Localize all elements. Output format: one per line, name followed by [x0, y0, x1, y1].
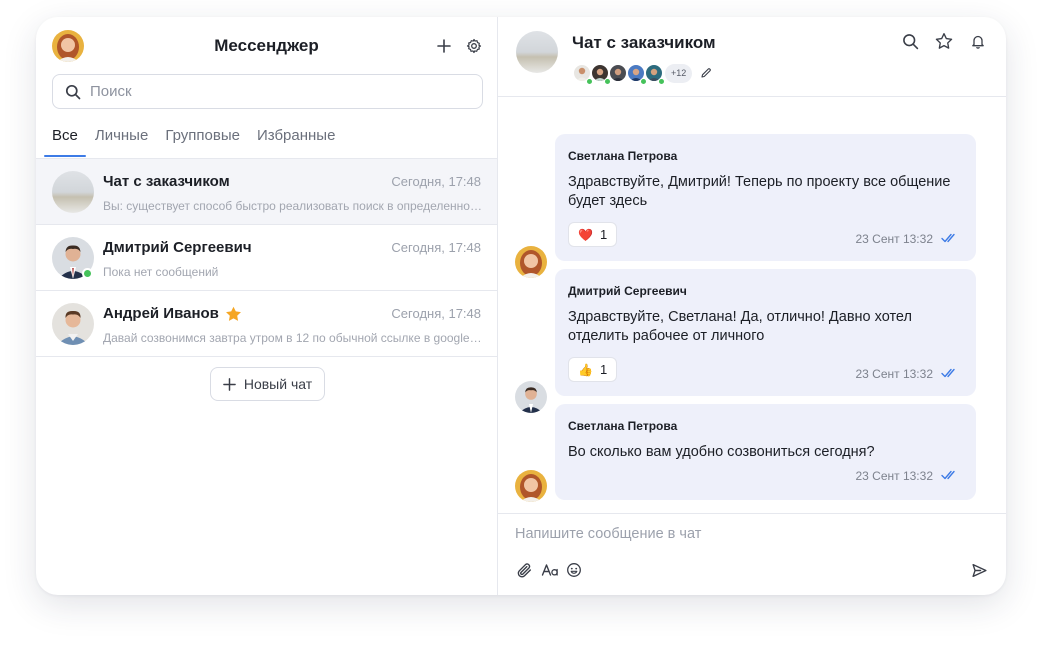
new-chat-label: Новый чат	[243, 376, 313, 392]
emoji-button[interactable]	[564, 560, 584, 580]
reaction-count: 1	[599, 362, 608, 377]
chat-item-dmitry[interactable]: Дмитрий Сергеевич Сегодня, 17:48 Пока не…	[36, 225, 497, 291]
tab-all[interactable]: Все	[44, 127, 86, 157]
chat-avatar	[52, 303, 94, 345]
search-icon	[65, 84, 81, 99]
reaction-badge[interactable]: 👍 1	[568, 357, 618, 382]
message-input[interactable]	[515, 526, 955, 542]
add-chat-button[interactable]	[434, 36, 454, 56]
emoji-icon	[567, 563, 581, 577]
chat-preview: Пока нет сообщений	[103, 265, 219, 279]
star-icon	[935, 33, 953, 49]
tab-personal[interactable]: Личные	[95, 127, 148, 156]
chat-filter-tabs: Все Личные Групповые Избранные	[44, 127, 335, 157]
plus-icon	[223, 377, 236, 391]
favorite-star-icon	[225, 306, 241, 321]
reaction-emoji: 👍	[578, 362, 593, 377]
attach-file-button[interactable]	[514, 560, 534, 580]
search-input[interactable]	[90, 83, 450, 100]
reaction-emoji: ❤️	[578, 227, 593, 242]
message-author: Светлана Петрова	[568, 149, 678, 163]
message-text: Здравствуйте, Дмитрий! Теперь по проекту…	[568, 174, 951, 209]
participant-online-dot	[640, 78, 647, 85]
chat-preview: Давай созвонимся завтра утром в 12 по об…	[103, 331, 483, 345]
message-author: Дмитрий Сергеевич	[568, 284, 687, 298]
tab-group[interactable]: Групповые	[165, 127, 240, 156]
message-bubble[interactable]: Светлана Петрова Во сколько вам удобно с…	[555, 404, 976, 500]
message-text: Во сколько вам удобно созвониться сегодн…	[568, 444, 875, 460]
search-messages-button[interactable]	[900, 31, 920, 51]
plus-icon	[437, 39, 451, 53]
chat-name-text: Андрей Иванов	[103, 305, 219, 322]
participant-online-dot	[658, 78, 665, 85]
chat-item-andrey[interactable]: Андрей Иванов Сегодня, 17:48 Давай созво…	[36, 291, 497, 357]
text-format-button[interactable]	[539, 560, 561, 580]
paperclip-icon	[517, 562, 531, 577]
message-author-avatar[interactable]	[515, 381, 547, 413]
conversation-header: Чат с заказчиком +12	[498, 17, 1006, 97]
participant-avatar	[608, 63, 628, 83]
conversation-title: Чат с заказчиком	[572, 33, 716, 52]
message-bubble[interactable]: Дмитрий Сергеевич Здравствуйте, Светлана…	[555, 269, 976, 396]
chat-preview: Вы: существует способ быстро реализовать…	[103, 199, 483, 213]
chat-time: Сегодня, 17:48	[391, 240, 481, 255]
text-format-icon	[541, 564, 558, 576]
conversation-panel: Чат с заказчиком +12 Светлана Петрова Зд…	[498, 17, 1006, 595]
message-time: 23 Сент 13:32	[855, 367, 933, 381]
bell-icon	[972, 35, 984, 49]
chat-name: Андрей Иванов	[103, 305, 242, 322]
chat-avatar	[52, 171, 94, 213]
send-button[interactable]	[969, 560, 989, 580]
gear-icon	[466, 38, 482, 54]
new-chat-button[interactable]: Новый чат	[210, 367, 325, 401]
chat-name: Дмитрий Сергеевич	[103, 239, 252, 256]
search-icon	[902, 33, 918, 49]
send-icon	[971, 563, 987, 577]
chat-name: Чат с заказчиком	[103, 173, 230, 190]
chat-item-customer[interactable]: Чат с заказчиком Сегодня, 17:48 Вы: суще…	[36, 159, 497, 225]
conversation-avatar[interactable]	[516, 31, 558, 73]
double-check-icon	[941, 233, 955, 243]
message-author-avatar[interactable]	[515, 246, 547, 278]
message-time: 23 Сент 13:32	[855, 469, 933, 483]
participant-online-dot	[604, 78, 611, 85]
messenger-window: Мессенджер Все Личные Групповые Избранны…	[36, 17, 1006, 595]
app-title: Мессенджер	[214, 36, 319, 55]
chat-list: Чат с заказчиком Сегодня, 17:48 Вы: суще…	[36, 159, 497, 357]
message-text: Здравствуйте, Светлана! Да, отлично! Дав…	[568, 309, 912, 344]
tab-favorites[interactable]: Избранные	[257, 127, 335, 156]
chat-list-panel: Мессенджер Все Личные Групповые Избранны…	[36, 17, 498, 595]
notifications-button[interactable]	[968, 31, 988, 51]
double-check-icon	[941, 470, 955, 480]
chat-time: Сегодня, 17:48	[391, 306, 481, 321]
pencil-icon	[701, 68, 712, 78]
message-bubble[interactable]: Светлана Петрова Здравствуйте, Дмитрий! …	[555, 134, 976, 261]
online-indicator	[82, 268, 93, 279]
chat-list-header: Мессенджер	[36, 17, 497, 75]
edit-participants-button[interactable]	[700, 67, 712, 79]
chat-time: Сегодня, 17:48	[391, 174, 481, 189]
reaction-count: 1	[599, 227, 608, 242]
participants-more-count[interactable]: +12	[665, 63, 693, 83]
message-time: 23 Сент 13:32	[855, 232, 933, 246]
message-composer	[498, 513, 1006, 595]
search-box[interactable]	[52, 74, 483, 109]
settings-button[interactable]	[464, 36, 484, 56]
double-check-icon	[941, 368, 955, 378]
message-list: Светлана Петрова Здравствуйте, Дмитрий! …	[498, 98, 1006, 514]
reaction-badge[interactable]: ❤️ 1	[568, 222, 618, 247]
participant-online-dot	[586, 78, 593, 85]
message-author-avatar[interactable]	[515, 470, 547, 502]
message-author: Светлана Петрова	[568, 419, 678, 433]
favorite-chat-button[interactable]	[934, 31, 954, 51]
